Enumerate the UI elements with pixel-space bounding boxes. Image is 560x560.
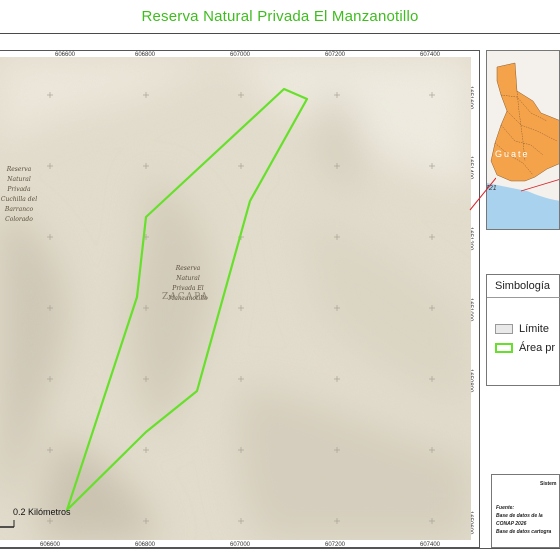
inset-country-label: Guate [495, 149, 530, 159]
inset-pointer [469, 177, 496, 211]
green-outline-swatch-icon [495, 343, 513, 353]
legend-item-area: Área pr [495, 342, 555, 354]
legend-item-label: Límite [519, 323, 549, 335]
terrain-map [0, 57, 471, 540]
inset-map[interactable]: Guate 721 [486, 50, 560, 230]
credits-system: Sistem [540, 481, 557, 487]
legend-divider [487, 297, 560, 298]
title-divider [0, 33, 560, 34]
credits-line: CONAP 2026 [496, 521, 527, 527]
legend-item-label: Área pr [519, 342, 556, 354]
legend-panel: Simbología Límite Área pr [486, 274, 560, 386]
inset-map-graphic [487, 51, 559, 229]
map-title: Reserva Natural Privada El Manzanotillo [141, 8, 419, 25]
credits-box: Sistem Fuente: Base de datos de la CONAP… [491, 474, 560, 548]
credits-line: Base de datos de la [496, 513, 543, 519]
bottom-divider [0, 548, 560, 549]
left-reserve-label: Reserva Natural Privada Cuchilla del Bar… [0, 166, 38, 223]
credits-line: Base de datos cartogra [496, 529, 552, 535]
credits-source-label: Fuente: [496, 505, 515, 511]
scale-label: 0.2 Kilómetros [13, 507, 71, 517]
legend-item-limite: Límite [495, 323, 549, 335]
map-canvas[interactable]: Reserva Natural Privada Cuchilla del Bar… [0, 57, 471, 540]
gray-swatch-icon [495, 324, 513, 334]
legend-title: Simbología [495, 280, 551, 292]
department-label: ZACAPA [162, 292, 209, 302]
